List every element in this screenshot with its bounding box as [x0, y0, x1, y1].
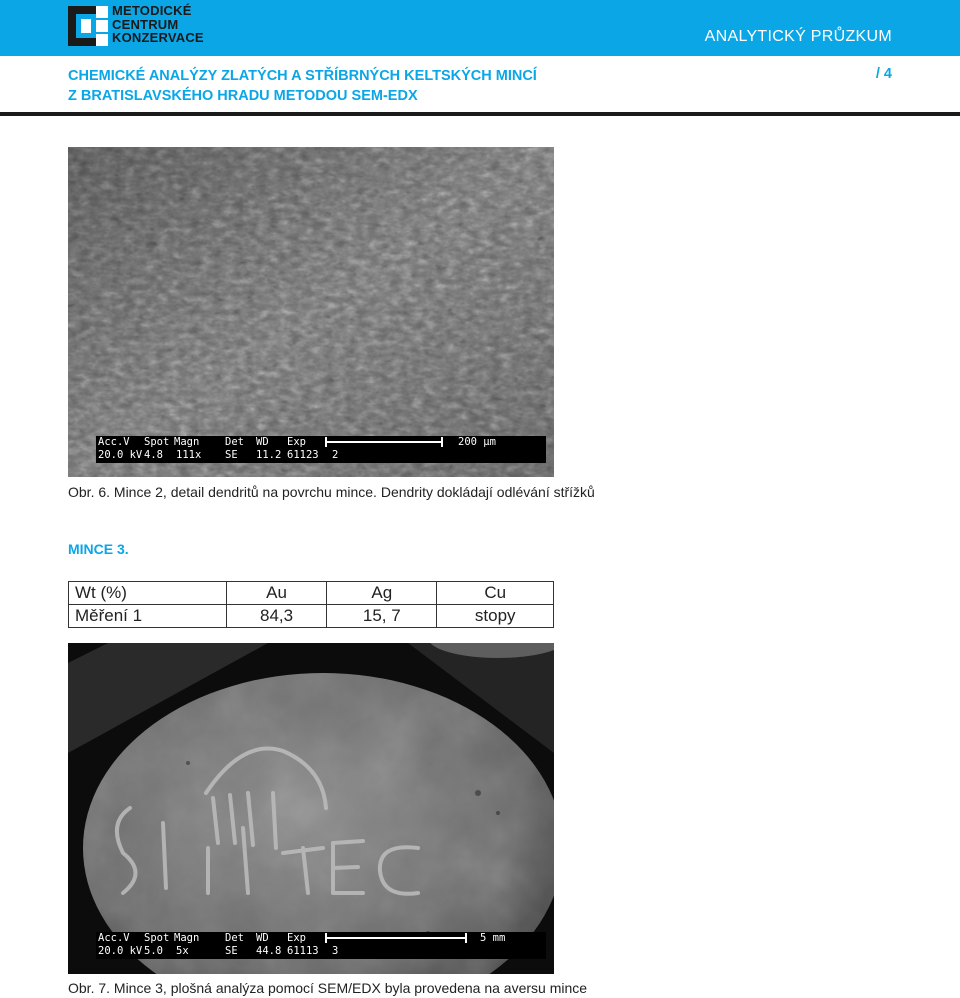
databar-label: Exp — [287, 436, 306, 448]
table-row: Měření 1 84,3 15, 7 stopy — [68, 604, 554, 628]
table-header-cell: Cu — [436, 581, 554, 605]
databar-value: 11.2 — [256, 449, 282, 461]
databar-label: Det — [225, 932, 244, 944]
sem-databar: Acc.V Spot Magn Det WD Exp 20.0 kV 4.8 1… — [96, 436, 546, 463]
scale-label: 200 µm — [458, 436, 496, 448]
databar-label: Exp — [287, 932, 306, 944]
table-header-cell: Au — [225, 581, 328, 605]
table-header-cell: Ag — [326, 581, 438, 605]
table-cell: stopy — [436, 604, 554, 628]
databar-value: 5.0 — [144, 945, 163, 957]
document-title: CHEMICKÉ ANALÝZY ZLATÝCH A STŘÍBRNÝCH KE… — [68, 66, 537, 106]
sem-image-coin: Acc.V Spot Magn Det WD Exp 20.0 kV 5.0 5… — [68, 643, 554, 974]
databar-label: Magn — [174, 932, 200, 944]
table-cell: Měření 1 — [68, 604, 227, 628]
scale-bar — [325, 441, 443, 443]
databar-value: 61123 — [287, 449, 319, 461]
figure-caption: Obr. 7. Mince 3, plošná analýza pomocí S… — [68, 980, 588, 996]
section-heading: MINCE 3. — [68, 541, 129, 557]
databar-value: 2 — [332, 449, 339, 461]
databar-value: SE — [225, 945, 238, 957]
databar-value: 61113 — [287, 945, 319, 957]
table-header-row: Wt (%) Au Ag Cu — [68, 581, 554, 605]
databar-value: 20.0 kV — [98, 449, 143, 461]
header-divider — [0, 112, 960, 116]
title-line-1: CHEMICKÉ ANALÝZY ZLATÝCH A STŘÍBRNÝCH KE… — [68, 68, 537, 84]
table-cell: 15, 7 — [326, 604, 438, 628]
databar-value: 4.8 — [144, 449, 163, 461]
logo-line: METODICKÉ — [112, 3, 192, 18]
composition-table: Wt (%) Au Ag Cu Měření 1 84,3 15, 7 stop… — [68, 581, 554, 628]
scale-bar-tick — [441, 437, 443, 447]
section-label: ANALYTICKÝ PRŮZKUM — [704, 28, 892, 45]
databar-value: 3 — [332, 945, 339, 957]
table-header-cell: Wt (%) — [68, 581, 227, 605]
databar-value: SE — [225, 449, 238, 461]
scale-bar-tick — [465, 933, 467, 943]
databar-value: 20.0 kV — [98, 945, 143, 957]
logo-line: KONZERVACE — [112, 30, 204, 45]
databar-value: 111x — [176, 449, 202, 461]
logo-text: METODICKÉ CENTRUM KONZERVACE — [112, 4, 204, 45]
databar-label: Spot — [144, 932, 170, 944]
page-number: / 4 — [875, 66, 892, 82]
logo-line: CENTRUM — [112, 16, 179, 32]
databar-label: Spot — [144, 436, 170, 448]
databar-value: 5x — [176, 945, 189, 957]
logo-icon — [68, 6, 108, 46]
table-cell: 84,3 — [225, 604, 328, 628]
databar-label: Acc.V — [98, 436, 130, 448]
databar-label: Magn — [174, 436, 200, 448]
databar-label: WD — [256, 436, 269, 448]
header-bar: METODICKÉ CENTRUM KONZERVACE ANALYTICKÝ … — [0, 0, 960, 56]
databar-label: Det — [225, 436, 244, 448]
sem-databar: Acc.V Spot Magn Det WD Exp 20.0 kV 5.0 5… — [96, 932, 546, 959]
databar-value: 44.8 — [256, 945, 282, 957]
databar-label: WD — [256, 932, 269, 944]
scale-label: 5 mm — [480, 932, 506, 944]
figure-caption: Obr. 6. Mince 2, detail dendritů na povr… — [68, 484, 595, 500]
scale-bar — [325, 937, 467, 939]
title-line-2: Z BRATISLAVSKÉHO HRADU METODOU SEM-EDX — [68, 88, 418, 104]
databar-label: Acc.V — [98, 932, 130, 944]
sem-image-dendrites: Acc.V Spot Magn Det WD Exp 20.0 kV 4.8 1… — [68, 147, 554, 477]
